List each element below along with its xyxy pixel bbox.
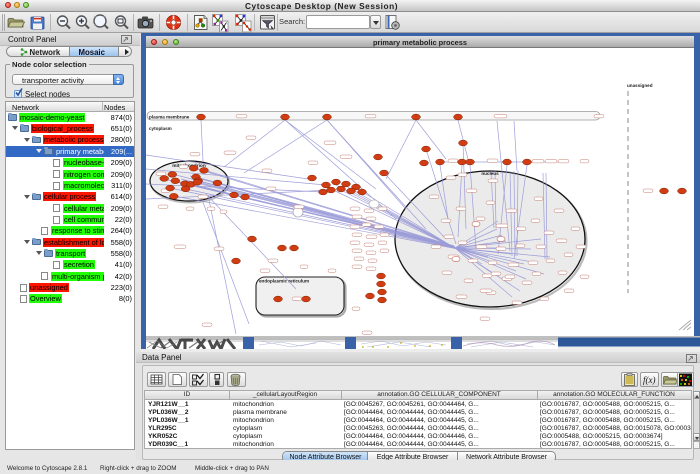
svg-text:nucleus: nucleus — [481, 171, 499, 176]
svg-text:unassigned: unassigned — [627, 83, 653, 88]
svg-text:cytoplasm: cytoplasm — [149, 126, 172, 131]
svg-text:f(x): f(x) — [643, 375, 656, 385]
svg-text:plasma membrane: plasma membrane — [149, 115, 190, 120]
svg-text:endoplasmic reticulum: endoplasmic reticulum — [259, 279, 309, 284]
